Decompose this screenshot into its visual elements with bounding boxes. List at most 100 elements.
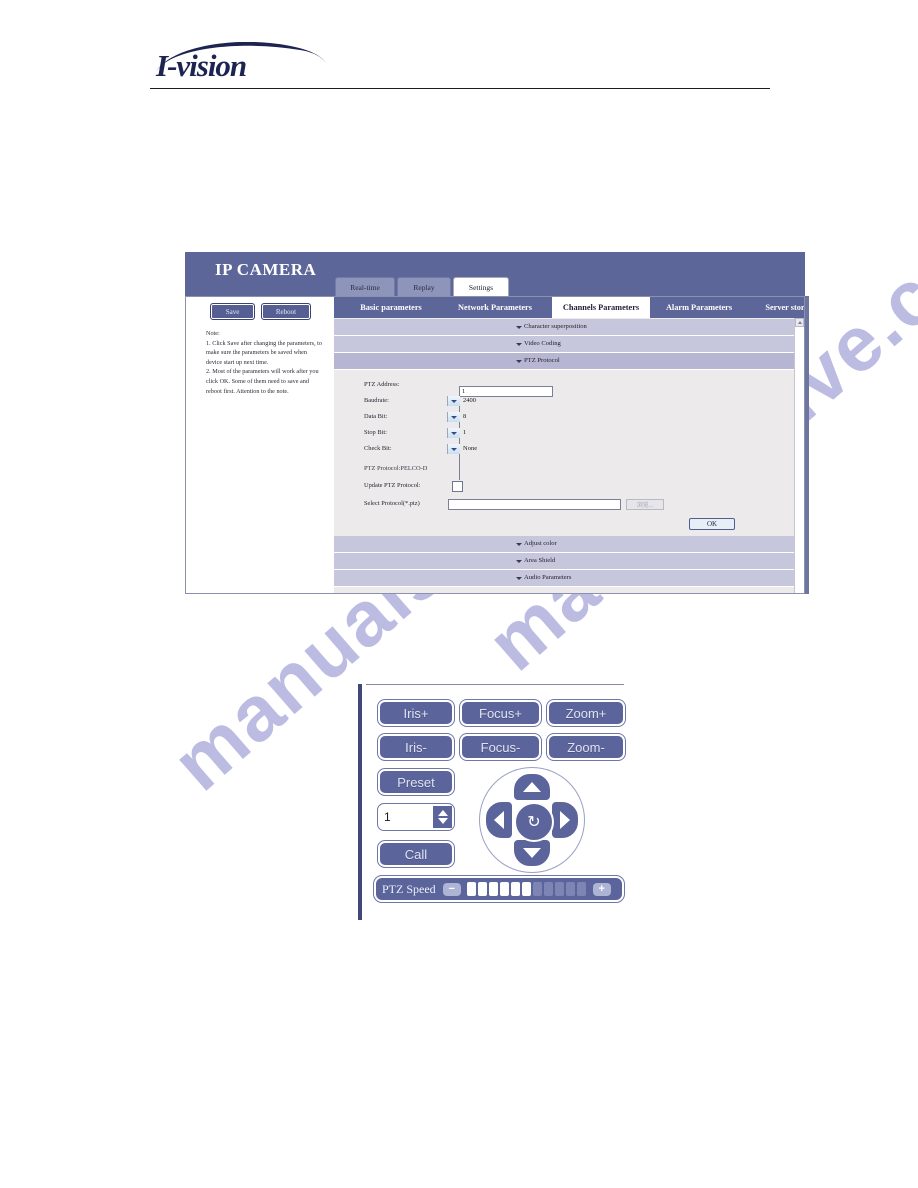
ptz-protocol-form: PTZ Address: Baudrate: 2400 Da: [334, 370, 804, 536]
accordion-label: PTZ Protocol: [524, 357, 560, 365]
arrow-down-icon: [523, 848, 541, 858]
save-button[interactable]: Save: [210, 303, 255, 320]
speed-segment[interactable]: [554, 882, 564, 896]
tab-settings[interactable]: Settings: [453, 277, 509, 297]
chevron-down-icon: [516, 542, 522, 546]
focus-increase-button[interactable]: Focus+: [459, 699, 542, 727]
iris-increase-button[interactable]: Iris+: [377, 699, 455, 727]
tab-replay[interactable]: Replay: [397, 277, 451, 297]
speed-segment[interactable]: [521, 882, 531, 896]
accordion-label: Adjust color: [524, 540, 557, 548]
speed-segment[interactable]: [565, 882, 575, 896]
ptz-speed-label: PTZ Speed: [382, 881, 436, 896]
ipcamera-web-ui: IP CAMERA Real-time Replay Settings Save…: [185, 252, 809, 594]
vertical-scrollbar[interactable]: [794, 318, 804, 593]
speed-segment[interactable]: [499, 882, 509, 896]
accordion-ptz-protocol[interactable]: PTZ Protocol: [334, 353, 804, 370]
page-header: I-vision: [0, 0, 918, 100]
speed-increase-button[interactable]: +: [592, 882, 611, 896]
speed-segment[interactable]: [477, 882, 487, 896]
watermark-layer: manualshive.com manualshive.com: [0, 0, 918, 1188]
call-button[interactable]: Call: [377, 840, 455, 868]
accordion-audio-parameters[interactable]: Audio Parameters: [334, 570, 804, 587]
accordion-adjust-color[interactable]: Adjust color: [334, 536, 804, 553]
chevron-down-icon: [516, 559, 522, 563]
zoom-decrease-button[interactable]: Zoom-: [546, 733, 626, 761]
chevron-down-icon: [516, 576, 522, 580]
browse-button[interactable]: 浏览...: [626, 499, 664, 510]
tab-basic-parameters[interactable]: Basic parameters: [344, 297, 438, 318]
chevron-down-icon: [447, 396, 460, 406]
ipcam-title-bar: IP CAMERA Real-time Replay Settings: [185, 252, 805, 297]
pan-up-button[interactable]: [512, 772, 552, 802]
tab-channels-parameters[interactable]: Channels Parameters: [552, 297, 650, 318]
accordion-video-coding[interactable]: Video Coding: [334, 336, 804, 353]
chevron-down-icon: [447, 412, 460, 422]
arrow-up-icon: [523, 782, 541, 792]
tab-server-storage[interactable]: Server storage: [748, 297, 804, 318]
accordion-area-shield[interactable]: Area Shield: [334, 553, 804, 570]
note-title: Note:: [206, 330, 220, 337]
scroll-up-arrow-icon[interactable]: [795, 318, 804, 327]
header-divider: [150, 88, 770, 89]
select-protocol-input[interactable]: [448, 499, 621, 510]
chevron-down-icon: [516, 325, 522, 329]
settings-content: Basic parameters Network Parameters Chan…: [334, 297, 804, 593]
sidebar: Save Reboot Note: 1. Click Save after ch…: [186, 297, 334, 593]
preset-number-value: 1: [384, 810, 391, 824]
select-value: None: [463, 445, 478, 452]
field-label: PTZ Address:: [364, 381, 400, 388]
speed-segment[interactable]: [543, 882, 553, 896]
speed-segment[interactable]: [532, 882, 542, 896]
field-label: Update PTZ Protocol:: [364, 482, 421, 489]
stepper-up-icon[interactable]: [437, 810, 448, 816]
field-label: Stop Bit:: [364, 429, 387, 436]
ok-button[interactable]: OK: [689, 518, 735, 530]
stepper-arrows[interactable]: [432, 806, 452, 828]
speed-decrease-button[interactable]: −: [442, 882, 461, 896]
speed-segment[interactable]: [488, 882, 498, 896]
select-value: 2400: [463, 397, 476, 404]
brand-logo: I-vision: [150, 42, 330, 88]
preset-button[interactable]: Preset: [377, 768, 455, 796]
chevron-down-icon: [516, 342, 522, 346]
ptz-panel-divider: [366, 684, 624, 685]
speed-segment[interactable]: [510, 882, 520, 896]
field-label: Check Bit:: [364, 445, 392, 452]
ptz-address-input[interactable]: [459, 386, 553, 397]
tab-network-parameters[interactable]: Network Parameters: [438, 297, 552, 318]
sidebar-actions: Save Reboot: [210, 303, 330, 323]
tab-alarm-parameters[interactable]: Alarm Parameters: [650, 297, 748, 318]
chevron-down-icon: [447, 428, 460, 438]
ptz-direction-pad[interactable]: ↻: [480, 768, 584, 872]
chevron-down-icon: [516, 359, 522, 363]
ptz-panel-left-bar: [358, 684, 362, 920]
pan-down-button[interactable]: [512, 838, 552, 868]
logo-text: I-vision: [156, 48, 247, 83]
check-bit-select[interactable]: None: [447, 443, 477, 480]
speed-segment[interactable]: [576, 882, 586, 896]
arrow-left-icon: [494, 811, 504, 829]
settings-tab-bar: Basic parameters Network Parameters Chan…: [334, 297, 804, 318]
current-protocol-text: PTZ Protocol:PELCO-D: [364, 465, 428, 472]
focus-decrease-button[interactable]: Focus-: [459, 733, 542, 761]
preset-number-stepper[interactable]: 1: [377, 803, 455, 831]
auto-scan-center-button[interactable]: ↻: [514, 802, 554, 842]
accordion-label: Character superposition: [524, 323, 587, 331]
accordion-label: Video Coding: [524, 340, 561, 348]
tab-real-time[interactable]: Real-time: [335, 277, 395, 297]
stepper-down-icon[interactable]: [437, 818, 448, 824]
speed-segment[interactable]: [466, 882, 476, 896]
pan-left-button[interactable]: [484, 800, 514, 840]
iris-decrease-button[interactable]: Iris-: [377, 733, 455, 761]
speed-segments[interactable]: [466, 882, 586, 896]
ptz-speed-slider[interactable]: PTZ Speed − +: [373, 875, 625, 903]
select-value: 1: [463, 429, 467, 436]
pan-right-button[interactable]: [550, 800, 580, 840]
field-label: Data Bit:: [364, 413, 388, 420]
panel-right-edge: [805, 296, 809, 594]
accordion-character-superposition[interactable]: Character superposition: [334, 319, 804, 336]
reboot-button[interactable]: Reboot: [261, 303, 311, 320]
update-ptz-protocol-checkbox[interactable]: [452, 481, 463, 492]
zoom-increase-button[interactable]: Zoom+: [546, 699, 626, 727]
